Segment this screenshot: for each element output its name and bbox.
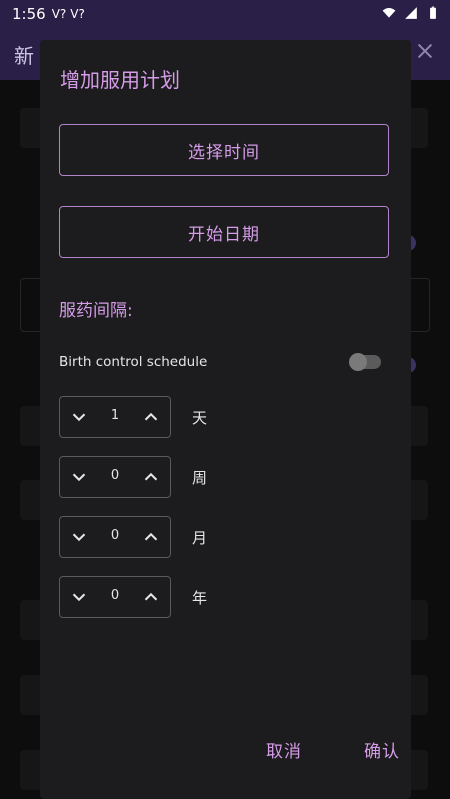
interval-stepper-week: 0 — [59, 456, 171, 498]
select-time-label: 选择时间 — [188, 142, 260, 163]
interval-label: 服药间隔: — [59, 301, 133, 321]
unit-label-week: 周 — [192, 469, 208, 487]
wifi-icon — [382, 8, 396, 18]
status-bar: 1:56 V? V? — [0, 0, 450, 28]
start-date-label: 开始日期 — [188, 224, 260, 245]
unit-label-month: 月 — [192, 529, 208, 547]
interval-stepper-month: 0 — [59, 516, 171, 558]
unit-label-year: 年 — [192, 589, 208, 607]
notification-icon: V? — [70, 7, 85, 21]
status-notifications: V? V? — [52, 7, 85, 21]
interval-stepper-year: 0 — [59, 576, 171, 618]
chevron-up-icon[interactable] — [140, 406, 162, 428]
chevron-up-icon[interactable] — [140, 526, 162, 548]
birth-control-label: Birth control schedule — [59, 354, 208, 370]
select-time-button[interactable]: 选择时间 — [59, 124, 389, 176]
status-time: 1:56 — [12, 5, 46, 23]
switch-knob — [349, 353, 367, 371]
battery-icon — [430, 6, 436, 19]
interval-stepper-day: 1 — [59, 396, 171, 438]
confirm-button[interactable]: 确认 — [364, 737, 400, 762]
chevron-up-icon[interactable] — [140, 466, 162, 488]
cancel-button[interactable]: 取消 — [266, 737, 302, 762]
status-system-icons — [382, 6, 440, 20]
chevron-up-icon[interactable] — [140, 586, 162, 608]
start-date-button[interactable]: 开始日期 — [59, 206, 389, 258]
birth-control-switch[interactable] — [349, 353, 381, 371]
dialog-title: 增加服用计划 — [60, 68, 180, 92]
add-plan-dialog: 增加服用计划 选择时间 开始日期 服药间隔: Birth control sch… — [40, 40, 411, 799]
close-icon[interactable] — [414, 40, 436, 62]
notification-icon: V? — [51, 7, 67, 21]
unit-label-day: 天 — [192, 409, 208, 427]
birth-control-row: Birth control schedule — [59, 352, 389, 374]
appbar-title: 新 — [14, 44, 34, 68]
signal-icon — [405, 7, 417, 19]
